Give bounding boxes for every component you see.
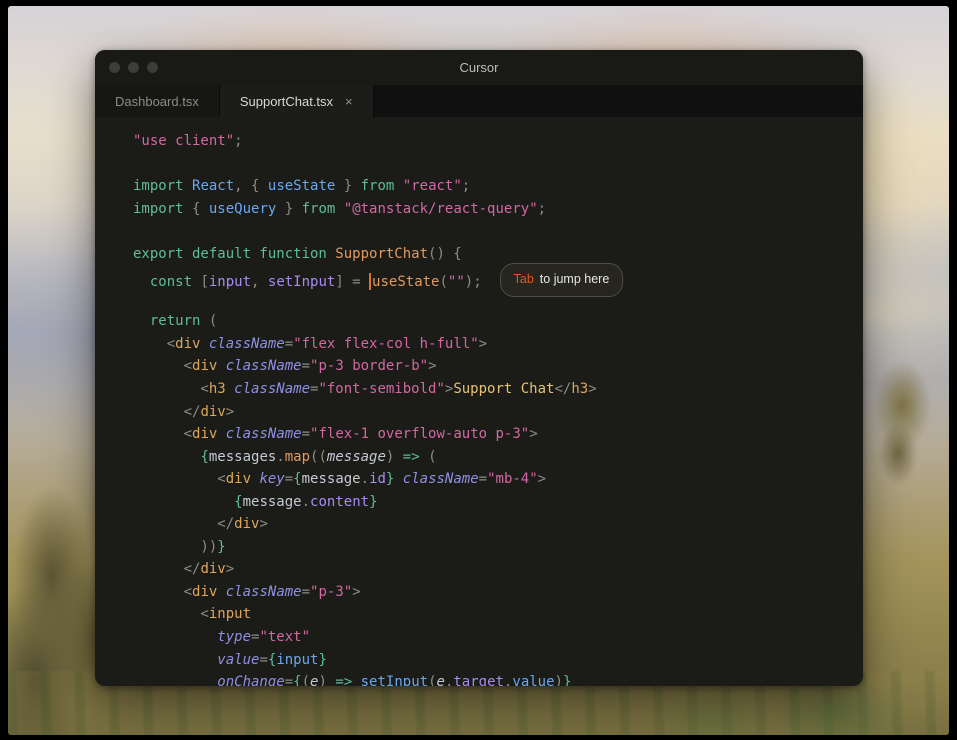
wallpaper: Cursor Dashboard.tsx SupportChat.tsx × "… <box>8 6 949 735</box>
wallpaper-tree-right <box>853 356 943 486</box>
code-line: type="text" <box>133 629 311 646</box>
editor-window: Cursor Dashboard.tsx SupportChat.tsx × "… <box>95 50 863 686</box>
code-line: </div> <box>133 561 235 578</box>
code-line: "use client"; <box>133 133 243 149</box>
code-area[interactable]: "use client"; import React, { useState } … <box>95 117 863 686</box>
code-line: <div key={message.id} className="mb-4"> <box>133 471 547 488</box>
tab-jump-hint: Tab to jump here <box>499 263 624 297</box>
code-line: <div className="p-3"> <box>133 583 361 600</box>
code-line: </div> <box>133 516 268 533</box>
text-cursor <box>369 273 372 291</box>
code-line: <div className="flex flex-col h-full"> <box>133 335 488 352</box>
tab-dashboard[interactable]: Dashboard.tsx <box>95 85 220 117</box>
tab-bar: Dashboard.tsx SupportChat.tsx × <box>95 85 863 117</box>
code-line: <h3 className="font-semibold">Support Ch… <box>133 381 597 398</box>
tab-supportchat[interactable]: SupportChat.tsx × <box>219 85 374 117</box>
window-title: Cursor <box>459 60 499 75</box>
code-line: </div> <box>133 403 235 420</box>
hint-text-label: to jump here <box>539 272 610 287</box>
code-line: import { useQuery } from "@tanstack/reac… <box>133 200 547 217</box>
title-bar: Cursor <box>95 50 863 85</box>
hint-key-label: Tab <box>513 272 534 287</box>
tab-label: Dashboard.tsx <box>115 93 199 109</box>
tab-bar-spacer <box>373 85 863 117</box>
code-line: <input <box>133 606 252 623</box>
code-line: value={input} <box>133 651 327 668</box>
tab-label: SupportChat.tsx <box>239 93 334 109</box>
code-line: const [input, setInput] = useState(""); T… <box>133 263 855 297</box>
code-line: export default function SupportChat() { <box>133 245 462 262</box>
code-line: import React, { useState } from "react"; <box>133 178 471 195</box>
code-line: <div className="p-3 border-b"> <box>133 358 437 375</box>
code-line: ))} <box>133 538 226 555</box>
code-line: {message.content} <box>234 493 378 510</box>
code-line: {messages.map((message) => ( <box>200 448 437 465</box>
code-line: <div className="flex-1 overflow-auto p-3… <box>133 426 538 443</box>
code-line: return ( <box>133 313 218 330</box>
close-tab-icon[interactable]: × <box>345 94 353 109</box>
code-line: onChange={(e) => setInput(e.target.value… <box>133 674 572 686</box>
